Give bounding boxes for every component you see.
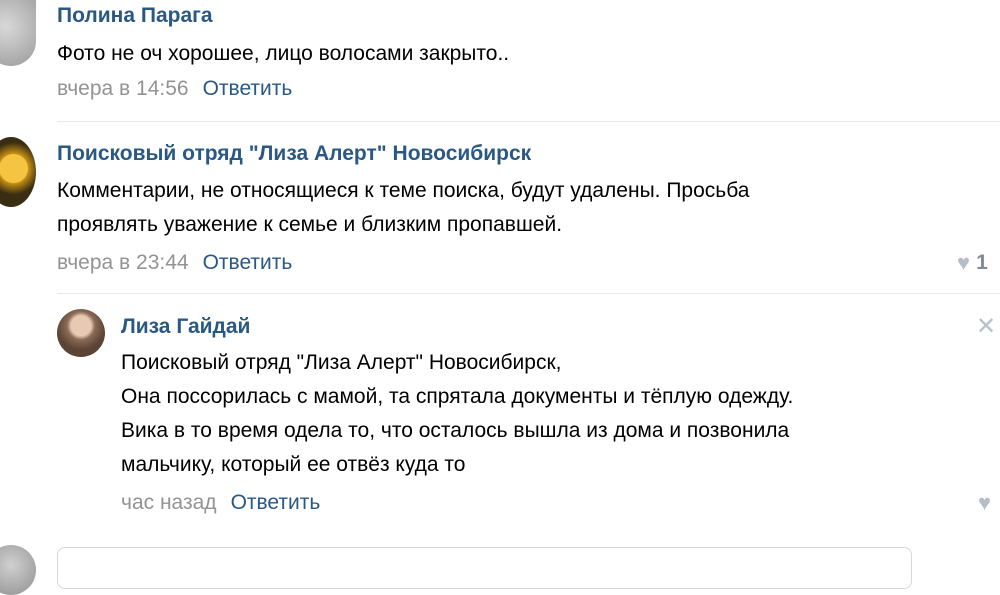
comment-meta: вчера в 23:44 Ответить bbox=[57, 251, 292, 275]
comment-text: Фото не оч хорошее, лицо волосами закрыт… bbox=[57, 42, 510, 65]
comment-text-line: Вика в то время одела то, что осталось в… bbox=[121, 419, 790, 442]
reply-button[interactable]: Ответить bbox=[203, 251, 293, 274]
avatar[interactable] bbox=[57, 309, 105, 357]
user-avatar bbox=[0, 545, 36, 595]
heart-icon: ♥ bbox=[957, 250, 971, 275]
comment-time[interactable]: час назад bbox=[121, 491, 217, 514]
comment-text: Комментарии, не относящиеся к теме поиск… bbox=[57, 174, 957, 242]
avatar[interactable] bbox=[0, 0, 36, 66]
comment-author[interactable]: Лиза Гайдай bbox=[121, 315, 250, 339]
reply-button[interactable]: Ответить bbox=[231, 491, 321, 514]
comment-text: Поисковый отряд "Лиза Алерт" Новосибирск… bbox=[121, 346, 996, 482]
comment-text-line: Комментарии, не относящиеся к теме поиск… bbox=[57, 179, 750, 202]
like-button[interactable]: ♥ bbox=[978, 490, 991, 516]
divider bbox=[57, 293, 1000, 294]
comment-meta: час назад Ответить bbox=[121, 491, 320, 515]
reply-button[interactable]: Ответить bbox=[203, 77, 293, 100]
comment-author[interactable]: Полина Парага bbox=[57, 4, 213, 28]
divider bbox=[57, 121, 1000, 122]
comment-text-line: Поисковый отряд "Лиза Алерт" Новосибирск… bbox=[121, 351, 562, 374]
comment-text-line: Она поссорилась с мамой, та спрятала док… bbox=[121, 385, 794, 408]
like-button[interactable]: ♥ 1 bbox=[957, 250, 988, 276]
comment-author[interactable]: Поисковый отряд "Лиза Алерт" Новосибирск bbox=[57, 142, 531, 166]
comment-meta: вчера в 14:56 Ответить bbox=[57, 77, 292, 101]
comment-text-line: мальчику, который ее отвёз куда то bbox=[121, 453, 466, 476]
like-count: 1 bbox=[976, 251, 988, 274]
comment-time[interactable]: вчера в 14:56 bbox=[57, 77, 189, 100]
avatar[interactable] bbox=[0, 137, 36, 207]
close-icon[interactable]: ✕ bbox=[976, 312, 996, 341]
comment-input[interactable] bbox=[57, 547, 912, 589]
comment-time[interactable]: вчера в 23:44 bbox=[57, 251, 189, 274]
heart-icon: ♥ bbox=[978, 490, 992, 515]
comment-text-line: проявлять уважение к семье и близким про… bbox=[57, 213, 563, 236]
